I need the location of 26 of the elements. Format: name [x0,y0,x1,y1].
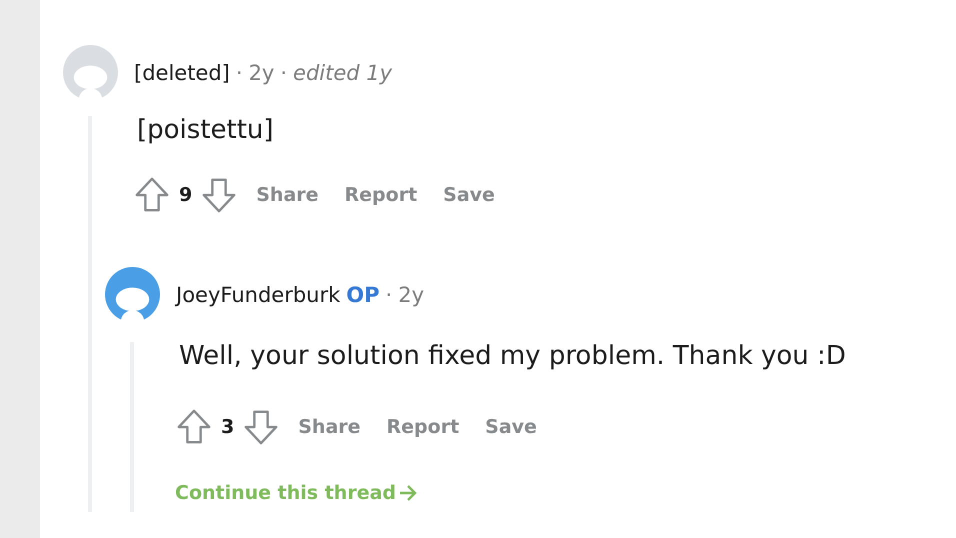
author-name[interactable]: JoeyFunderburk [176,282,340,306]
separator-dot: · [280,60,288,84]
action-button[interactable]: Share [290,412,369,442]
avatar-icon[interactable] [105,267,160,322]
action-button[interactable]: Save [477,412,545,442]
arrow-right-icon [398,483,418,503]
action-button[interactable]: Report [336,180,426,210]
vote-count: 3 [221,416,234,438]
separator-dot: · [386,282,392,306]
comment-text: Well, your solution fixed my problem. Thank you :D [179,342,847,370]
op-label: OP [346,282,380,306]
edited-time: edited 1y [293,60,392,84]
author-name[interactable]: [deleted] [134,60,230,84]
downvote-icon[interactable] [242,408,280,446]
separator-dot: · [236,60,243,84]
upvote-icon[interactable] [175,408,213,446]
comment-text: [poistettu] [137,116,275,144]
action-button[interactable]: Share [248,180,327,210]
action-button[interactable]: Report [378,412,468,442]
continue-thread-link[interactable]: Continue this thread [175,482,418,504]
action-button[interactable]: Save [435,180,503,210]
vote-count: 9 [179,184,192,206]
upvote-icon[interactable] [133,176,171,214]
comment-time[interactable]: 2y [398,282,424,306]
downvote-icon[interactable] [200,176,238,214]
comment-time[interactable]: 2y [248,60,274,84]
